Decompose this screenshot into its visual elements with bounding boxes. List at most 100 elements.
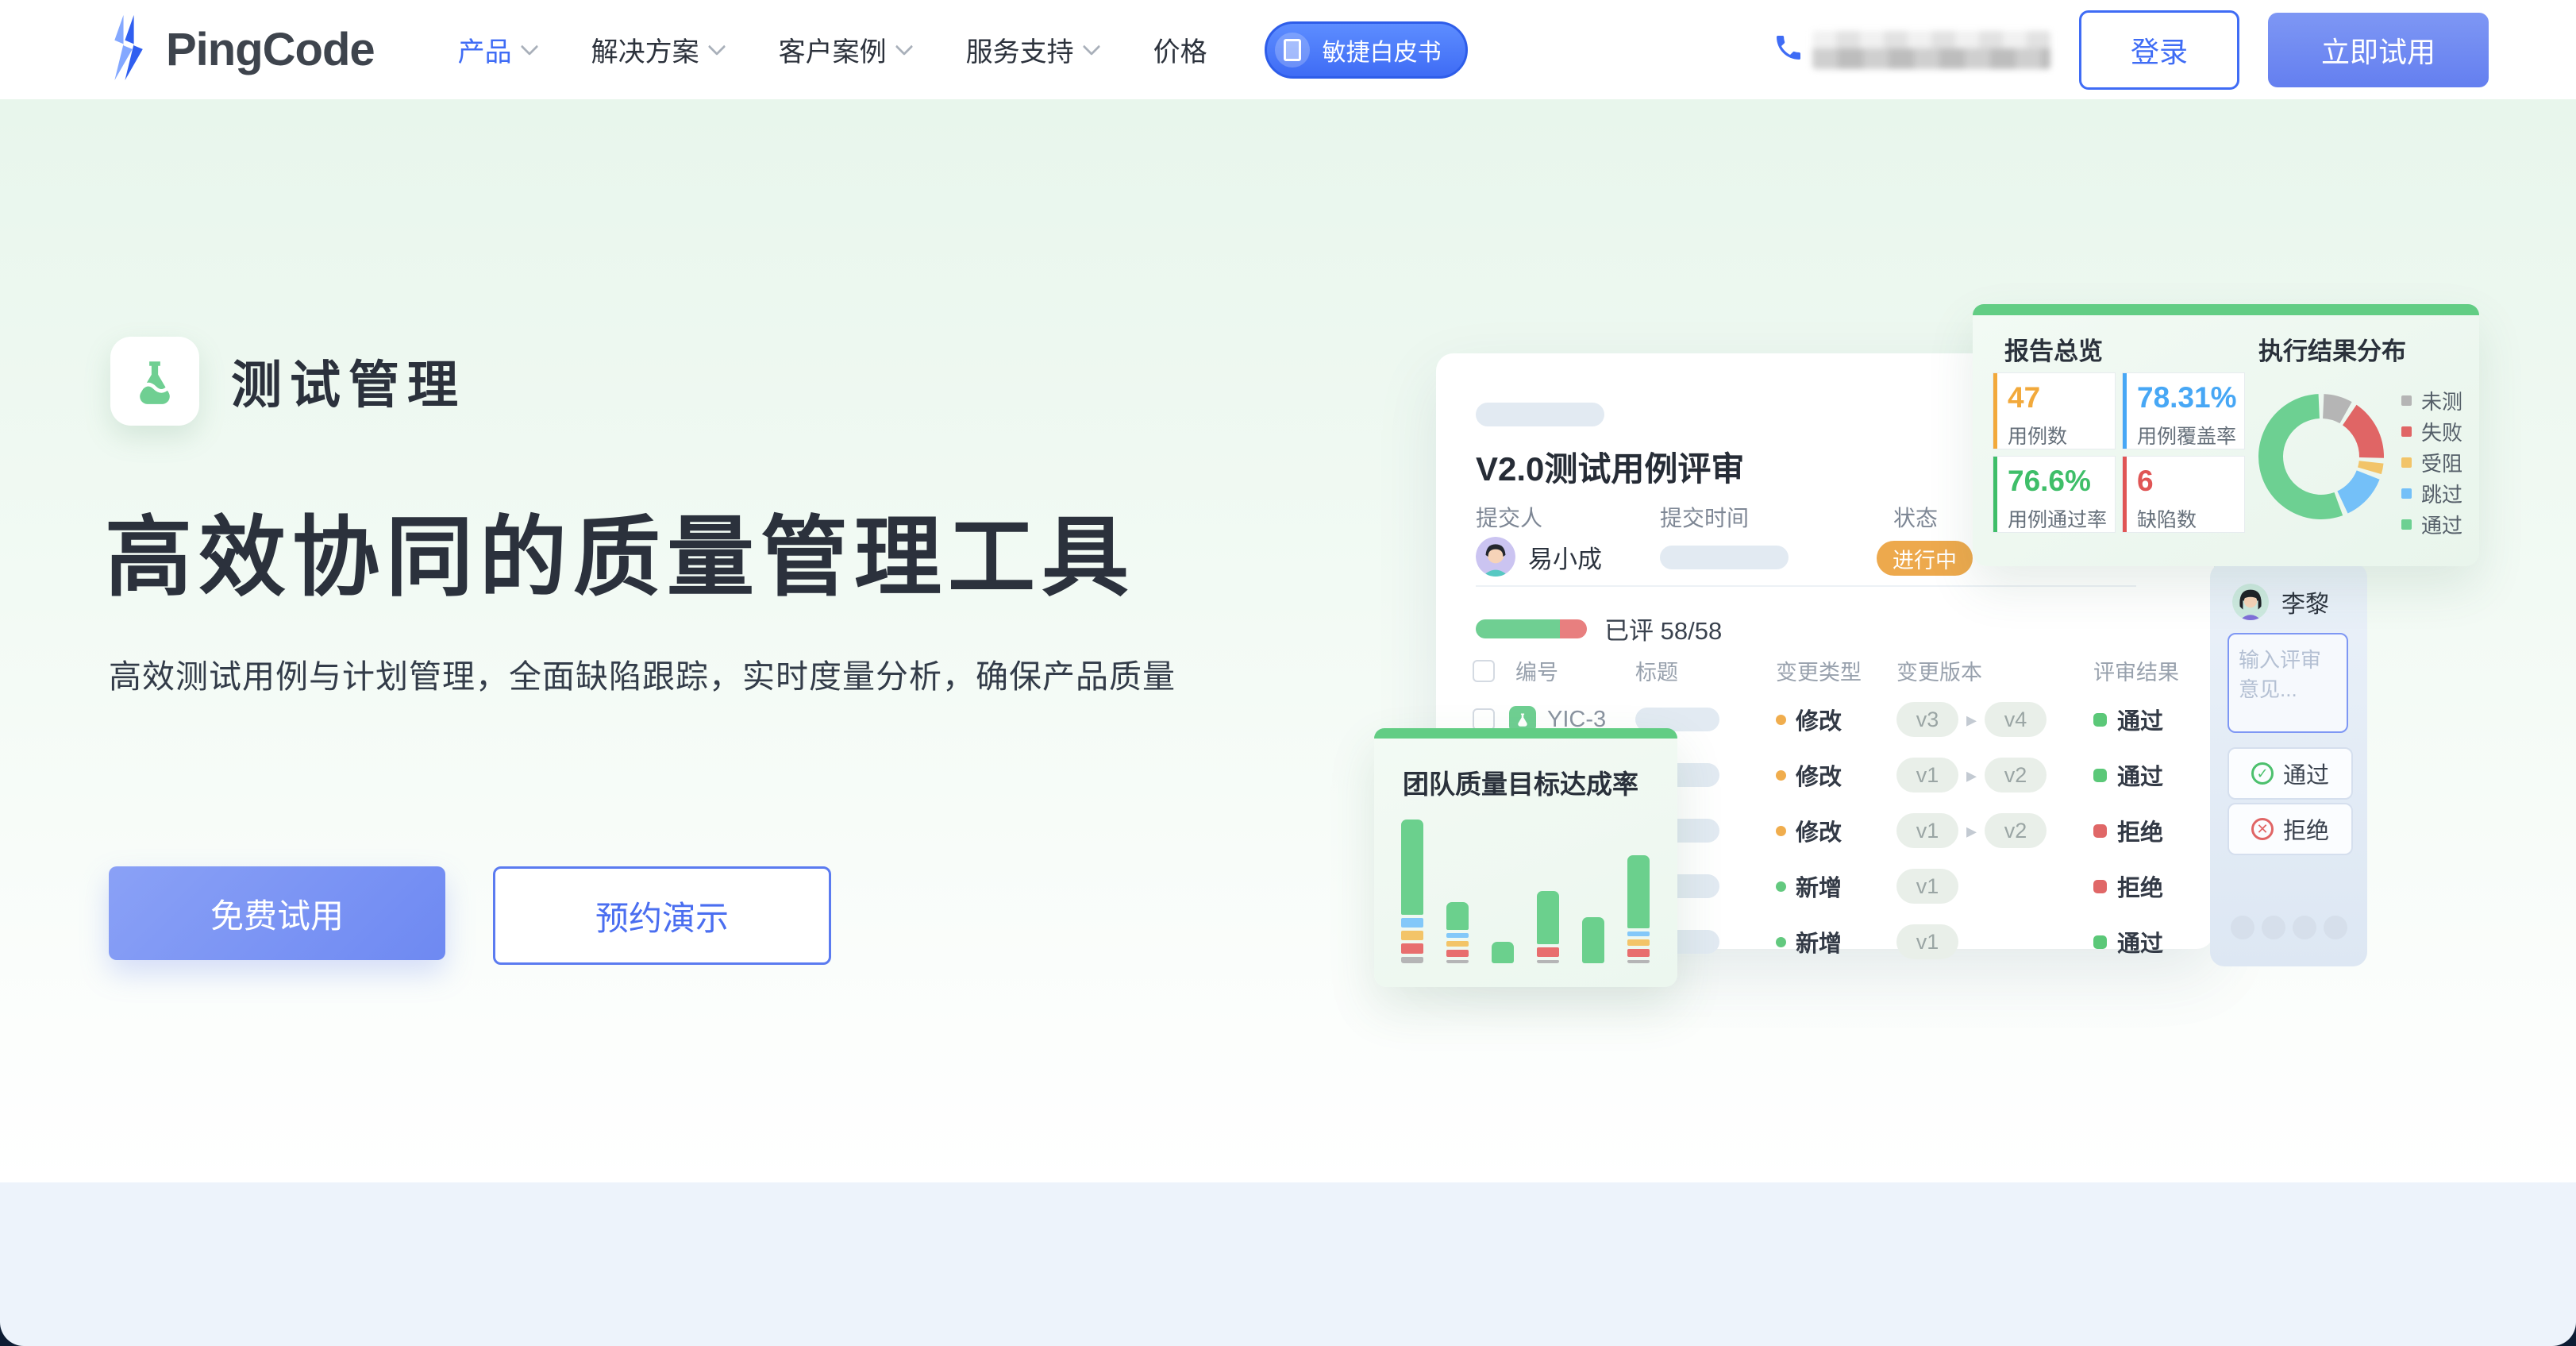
report-overview-card: 报告总览 执行结果分布 47用例数78.31%用例覆盖率76.6%用例通过率6缺… <box>1973 304 2479 566</box>
bar-2 <box>1446 902 1469 963</box>
nav-item-1[interactable]: 解决方案 <box>591 30 723 69</box>
result-bullet <box>2093 769 2107 782</box>
stat-value: 76.6% <box>2008 465 2115 498</box>
nav-item-label: 客户案例 <box>779 30 887 69</box>
report-stats: 47用例数78.31%用例覆盖率76.6%用例通过率6缺陷数 <box>1993 372 2245 533</box>
change-type-cell: 新增 <box>1776 870 1842 903</box>
change-version-cell: v1 <box>1896 869 1958 904</box>
legend-swatch <box>2401 488 2412 499</box>
header-checkbox[interactable] <box>1473 660 1495 682</box>
progress-done-segment <box>1476 619 1560 638</box>
review-progress: 已评 58/58 <box>1476 611 1722 646</box>
stat-accent-bar <box>1993 373 1997 449</box>
reject-label: 拒绝 <box>2283 812 2329 846</box>
change-type-cell: 修改 <box>1776 814 1842 847</box>
nav-item-4[interactable]: 价格 <box>1153 30 1207 69</box>
bar-segment-跳过 <box>1446 933 1469 938</box>
brand-logo[interactable]: PingCode <box>107 11 375 88</box>
progress-bar <box>1476 619 1587 638</box>
nav-item-3[interactable]: 服务支持 <box>966 30 1098 69</box>
bar-segment-通过 <box>1537 891 1559 944</box>
legend-swatch <box>2401 519 2412 530</box>
arrow-right-icon: ▸ <box>1966 763 1977 788</box>
change-version-cell: v1▸v2 <box>1896 813 2047 848</box>
page-subtitle: 高效测试用例与计划管理，全面缺陷跟踪，实时度量分析，确保产品质量 <box>109 650 1176 697</box>
avatar-placeholder-dots <box>2231 916 2347 939</box>
legend-label: 跳过 <box>2421 479 2462 508</box>
donut-legend: 未测失败受阻跳过通过 <box>2401 385 2462 540</box>
brand-name: PingCode <box>166 23 375 76</box>
reject-button[interactable]: ✕ 拒绝 <box>2228 803 2353 855</box>
legend-item: 受阻 <box>2401 447 2462 478</box>
reviewer-name: 李黎 <box>2281 584 2329 619</box>
review-result-cell: 通过 <box>2093 758 2163 792</box>
legend-label: 通过 <box>2421 510 2462 539</box>
book-demo-button[interactable]: 预约演示 <box>493 866 831 965</box>
review-card-title: V2.0测试用例评审 <box>1476 442 1744 491</box>
legend-item: 失败 <box>2401 416 2462 447</box>
review-result: 通过 <box>2117 925 2163 958</box>
submitter-value: 易小成 <box>1476 534 1602 579</box>
bar-4 <box>1537 891 1559 963</box>
change-type: 修改 <box>1796 703 1842 736</box>
review-comment-input[interactable] <box>2228 633 2348 733</box>
login-button[interactable]: 登录 <box>2079 10 2239 90</box>
donut-segment-受阻 <box>2358 461 2383 474</box>
bar-segment-通过 <box>1446 902 1469 930</box>
chevron-down-icon <box>707 37 726 56</box>
column-header: 变更类型 <box>1776 655 1862 686</box>
time-placeholder-pill <box>1660 546 1789 569</box>
nav-right: 登录 立即试用 <box>1773 10 2489 90</box>
whitepaper-label: 敏捷白皮书 <box>1323 33 1442 67</box>
free-trial-button[interactable]: 免费试用 <box>109 866 445 960</box>
status-label: 状态 <box>1893 501 1938 533</box>
stat-value: 47 <box>2008 381 2115 415</box>
stacked-bar-chart <box>1401 820 1650 963</box>
change-type-dot <box>1776 826 1786 836</box>
result-bullet <box>2093 824 2107 838</box>
progress-remaining-segment <box>1560 619 1587 638</box>
status-badge: 进行中 <box>1877 541 1973 576</box>
bar-segment-跳过 <box>1401 918 1423 928</box>
stat-accent-bar <box>1993 457 1997 532</box>
donut-segment-失败 <box>2343 405 2384 458</box>
version-chip: v4 <box>1985 702 2047 737</box>
review-result-cell: 通过 <box>2093 925 2163 958</box>
submitter-label: 提交人 <box>1476 501 1542 533</box>
execution-result-donut-chart <box>2254 389 2389 524</box>
bar-5 <box>1582 917 1604 963</box>
change-type-cell: 新增 <box>1776 925 1842 958</box>
legend-item: 未测 <box>2401 385 2462 416</box>
change-type: 新增 <box>1796 870 1842 903</box>
bar-segment-失败 <box>1537 947 1559 957</box>
stat-value: 78.31% <box>2137 381 2244 415</box>
try-now-button[interactable]: 立即试用 <box>2268 13 2489 87</box>
change-type-dot <box>1776 937 1786 947</box>
review-result-cell: 拒绝 <box>2093 814 2163 847</box>
whitepaper-badge[interactable]: 敏捷白皮书 <box>1265 21 1468 79</box>
stat-label: 用例数 <box>2008 421 2115 449</box>
nav-menu: 产品 解决方案 客户案例 服务支持 价格 <box>458 30 1207 69</box>
result-bullet <box>2093 713 2107 727</box>
nav-item-0[interactable]: 产品 <box>458 30 536 69</box>
arrow-right-icon: ▸ <box>1966 819 1977 843</box>
card-accent-bar <box>1973 304 2479 315</box>
phone-icon <box>1773 32 1804 67</box>
top-navigation: PingCode 产品 解决方案 客户案例 服务支持 价格 敏捷白皮书 登录 立即试用 <box>0 0 2576 99</box>
reviewer-avatar <box>2232 584 2269 620</box>
bar-segment-未测 <box>1446 960 1469 963</box>
legend-swatch <box>2401 426 2412 437</box>
chevron-down-icon <box>895 37 913 56</box>
approve-button[interactable]: ✓ 通过 <box>2228 747 2353 800</box>
bar-segment-失败 <box>1401 943 1423 954</box>
change-type: 修改 <box>1796 814 1842 847</box>
phone-contact[interactable] <box>1773 31 2050 69</box>
version-chip: v1 <box>1896 758 1958 793</box>
chevron-down-icon <box>1082 37 1100 56</box>
row-checkbox[interactable] <box>1473 708 1495 731</box>
nav-item-2[interactable]: 客户案例 <box>779 30 911 69</box>
change-type-cell: 修改 <box>1776 703 1842 736</box>
bar-segment-失败 <box>1446 950 1469 957</box>
change-type-cell: 修改 <box>1776 758 1842 792</box>
product-tag-label: 测试管理 <box>231 345 466 418</box>
